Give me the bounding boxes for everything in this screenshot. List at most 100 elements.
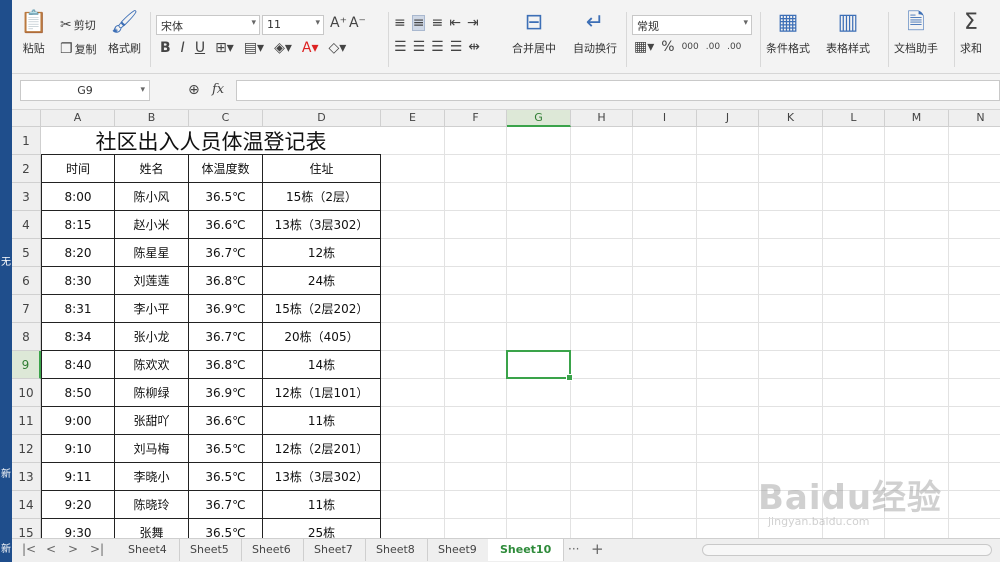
doc-assistant-button[interactable]: 🗎 文档助手 bbox=[894, 12, 938, 56]
column-header-n[interactable]: N bbox=[949, 110, 1000, 127]
decrease-decimal-button[interactable]: .00 bbox=[727, 42, 741, 52]
copy-button[interactable]: ❐ 复制 bbox=[60, 41, 97, 57]
row-header-11[interactable]: 11 bbox=[12, 407, 41, 435]
decrease-font-icon[interactable]: A⁻ bbox=[349, 16, 366, 30]
table-cell[interactable]: 李晓小 bbox=[115, 463, 189, 491]
sheet-tab-sheet10[interactable]: Sheet10 bbox=[488, 539, 565, 561]
table-cell[interactable]: 9:11 bbox=[41, 463, 115, 491]
table-cell[interactable]: 12栋 bbox=[263, 239, 381, 267]
table-cell[interactable]: 8:40 bbox=[41, 351, 115, 379]
sheet-tab-sheet7[interactable]: Sheet7 bbox=[302, 539, 366, 561]
table-cell[interactable]: 36.9℃ bbox=[189, 295, 263, 323]
table-cell[interactable]: 刘马梅 bbox=[115, 435, 189, 463]
table-cell[interactable]: 14栋 bbox=[263, 351, 381, 379]
table-cell[interactable]: 36.5℃ bbox=[189, 519, 263, 540]
align-right-icon[interactable]: ☰ bbox=[431, 40, 444, 54]
cut-button[interactable]: ✂ 剪切 bbox=[60, 17, 96, 33]
table-cell[interactable]: 李小平 bbox=[115, 295, 189, 323]
more-sheets-icon[interactable]: ··· bbox=[568, 542, 579, 556]
sheet-tab-sheet8[interactable]: Sheet8 bbox=[364, 539, 428, 561]
table-cell[interactable]: 24栋 bbox=[263, 267, 381, 295]
indent-decrease-icon[interactable]: ⇤ bbox=[449, 16, 461, 30]
row-header-2[interactable]: 2 bbox=[12, 155, 41, 183]
table-cell[interactable]: 36.5℃ bbox=[189, 183, 263, 211]
table-cell[interactable]: 8:30 bbox=[41, 267, 115, 295]
font-color-icon[interactable]: A▾ bbox=[302, 41, 319, 55]
sheet-tab-sheet9[interactable]: Sheet9 bbox=[426, 539, 490, 561]
number-format-select[interactable]: 常规 ▾ bbox=[632, 15, 752, 35]
row-header-12[interactable]: 12 bbox=[12, 435, 41, 463]
active-cell-selection[interactable] bbox=[506, 350, 573, 381]
horizontal-scrollbar[interactable] bbox=[702, 544, 992, 556]
fill-pattern-icon[interactable]: ▤▾ bbox=[244, 41, 264, 55]
table-header-cell[interactable]: 姓名 bbox=[115, 155, 189, 183]
column-header-i[interactable]: I bbox=[633, 110, 697, 127]
table-cell[interactable]: 15栋（2层） bbox=[263, 183, 381, 211]
table-cell[interactable]: 陈星星 bbox=[115, 239, 189, 267]
font-name-select[interactable]: 宋体 ▾ bbox=[156, 15, 260, 35]
name-box[interactable]: G9 ▾ bbox=[20, 80, 150, 101]
table-cell[interactable]: 15栋（2层202） bbox=[263, 295, 381, 323]
table-header-cell[interactable]: 时间 bbox=[41, 155, 115, 183]
indent-increase-icon[interactable]: ⇥ bbox=[467, 16, 479, 30]
table-cell[interactable]: 11栋 bbox=[263, 407, 381, 435]
row-header-7[interactable]: 7 bbox=[12, 295, 41, 323]
table-cell[interactable]: 36.7℃ bbox=[189, 491, 263, 519]
function-icon[interactable]: fx bbox=[212, 82, 224, 97]
column-header-f[interactable]: F bbox=[445, 110, 507, 127]
table-cell[interactable]: 36.8℃ bbox=[189, 351, 263, 379]
bold-button[interactable]: B bbox=[160, 41, 171, 55]
prev-sheet-icon[interactable]: < bbox=[46, 542, 56, 556]
justify-icon[interactable]: ☰ bbox=[450, 40, 463, 54]
column-header-j[interactable]: J bbox=[697, 110, 759, 127]
italic-button[interactable]: I bbox=[181, 41, 185, 55]
align-top-icon[interactable]: ≡ bbox=[394, 16, 406, 30]
table-cell[interactable]: 张甜吖 bbox=[115, 407, 189, 435]
table-header-cell[interactable]: 体温度数 bbox=[189, 155, 263, 183]
sheet-tab-sheet6[interactable]: Sheet6 bbox=[240, 539, 304, 561]
row-header-4[interactable]: 4 bbox=[12, 211, 41, 239]
row-header-1[interactable]: 1 bbox=[12, 127, 41, 155]
column-header-b[interactable]: B bbox=[115, 110, 189, 127]
table-header-cell[interactable]: 住址 bbox=[263, 155, 381, 183]
row-header-9[interactable]: 9 bbox=[12, 351, 41, 379]
table-cell[interactable]: 12栋（2层201） bbox=[263, 435, 381, 463]
column-header-l[interactable]: L bbox=[823, 110, 885, 127]
sheet-tab-sheet5[interactable]: Sheet5 bbox=[178, 539, 242, 561]
formula-input[interactable] bbox=[236, 80, 1000, 101]
eraser-icon[interactable]: ◇▾ bbox=[329, 41, 347, 55]
align-center-icon[interactable]: ☰ bbox=[413, 40, 426, 54]
table-cell[interactable]: 36.5℃ bbox=[189, 435, 263, 463]
table-cell[interactable]: 11栋 bbox=[263, 491, 381, 519]
table-cell[interactable]: 36.7℃ bbox=[189, 239, 263, 267]
table-cell[interactable]: 36.7℃ bbox=[189, 323, 263, 351]
table-cell[interactable]: 36.5℃ bbox=[189, 463, 263, 491]
auto-wrap-button[interactable]: ↵ 自动换行 bbox=[573, 12, 617, 56]
next-sheet-icon[interactable]: > bbox=[68, 542, 78, 556]
increase-decimal-button[interactable]: .00 bbox=[706, 42, 720, 52]
column-header-m[interactable]: M bbox=[885, 110, 949, 127]
select-all-corner[interactable] bbox=[12, 110, 41, 127]
table-cell[interactable]: 8:15 bbox=[41, 211, 115, 239]
table-cell[interactable]: 8:34 bbox=[41, 323, 115, 351]
zoom-icon[interactable]: ⊕ bbox=[188, 82, 200, 98]
row-header-3[interactable]: 3 bbox=[12, 183, 41, 211]
column-header-a[interactable]: A bbox=[41, 110, 115, 127]
table-cell[interactable]: 36.9℃ bbox=[189, 379, 263, 407]
column-header-g[interactable]: G bbox=[507, 110, 571, 127]
distribute-icon[interactable]: ⇹ bbox=[468, 40, 480, 54]
sum-button[interactable]: Σ 求和 bbox=[960, 12, 982, 56]
add-sheet-button[interactable]: + bbox=[591, 540, 604, 558]
first-sheet-icon[interactable]: |< bbox=[22, 542, 36, 556]
merge-center-button[interactable]: ⊟ 合并居中 bbox=[512, 12, 556, 56]
column-header-d[interactable]: D bbox=[263, 110, 381, 127]
table-cell[interactable]: 9:10 bbox=[41, 435, 115, 463]
row-header-10[interactable]: 10 bbox=[12, 379, 41, 407]
border-icon[interactable]: ⊞▾ bbox=[215, 41, 234, 55]
table-cell[interactable]: 陈欢欢 bbox=[115, 351, 189, 379]
table-cell[interactable]: 陈柳绿 bbox=[115, 379, 189, 407]
last-sheet-icon[interactable]: >| bbox=[90, 542, 104, 556]
table-cell[interactable]: 8:00 bbox=[41, 183, 115, 211]
table-cell[interactable]: 13栋（3层302） bbox=[263, 211, 381, 239]
table-cell[interactable]: 20栋（405） bbox=[263, 323, 381, 351]
